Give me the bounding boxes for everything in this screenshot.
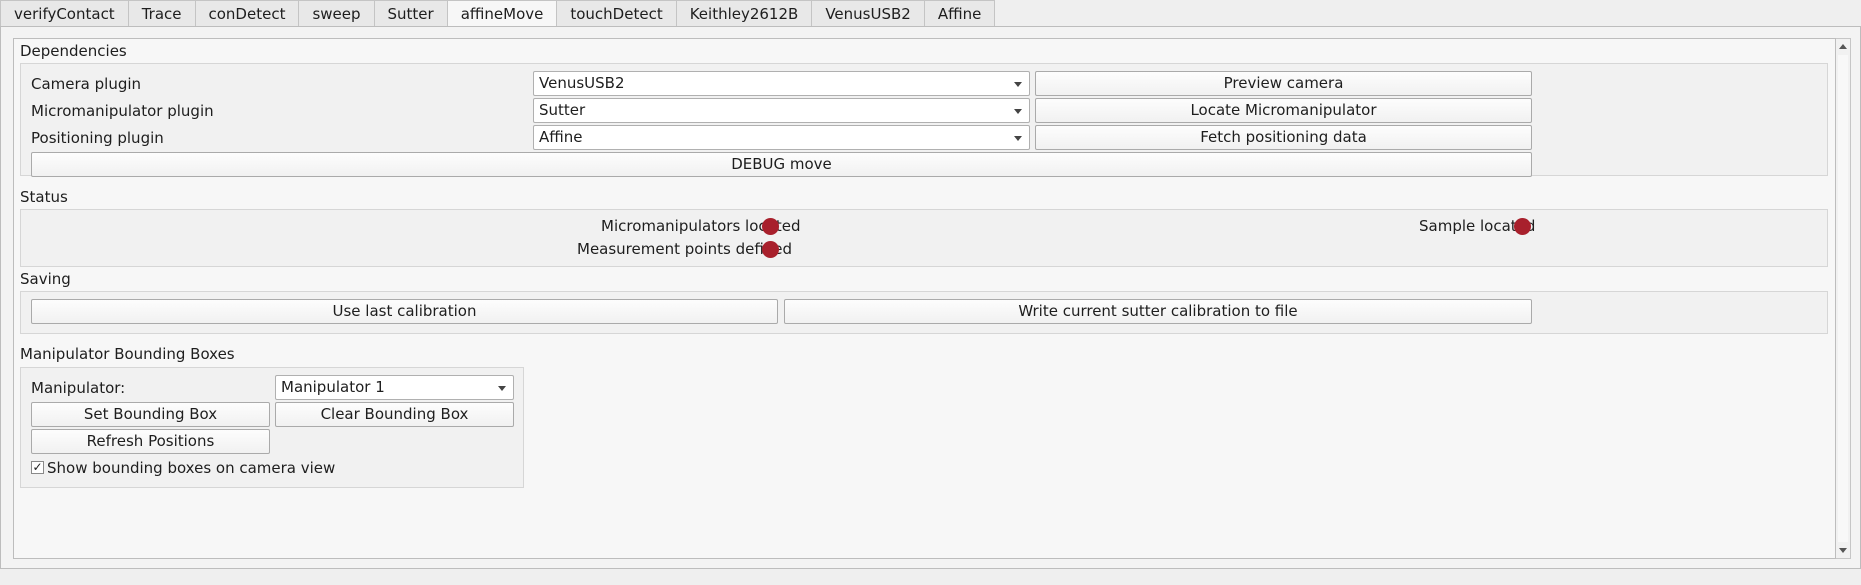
- micromanipulator-plugin-label: Micromanipulator plugin: [31, 102, 214, 120]
- tab-venususb2[interactable]: VenusUSB2: [812, 0, 925, 27]
- chevron-down-icon: [1014, 136, 1022, 141]
- vertical-scrollbar[interactable]: [1836, 38, 1851, 559]
- saving-title: Saving: [20, 270, 71, 288]
- micromanipulators-located-label: Micromanipulators located: [601, 217, 801, 235]
- clear-bounding-box-button[interactable]: Clear Bounding Box: [275, 402, 514, 427]
- tab-condetect[interactable]: conDetect: [195, 0, 300, 27]
- camera-plugin-label: Camera plugin: [31, 75, 142, 93]
- manipulator-select[interactable]: Manipulator 1: [275, 375, 514, 400]
- scroll-area: Dependencies Camera plugin VenusUSB2 Pre…: [13, 38, 1836, 559]
- scroll-up-arrow-icon[interactable]: [1839, 44, 1847, 49]
- tab-sutter[interactable]: Sutter: [374, 0, 448, 27]
- scroll-down-arrow-icon[interactable]: [1839, 548, 1847, 553]
- tab-verifycontact[interactable]: verifyContact: [0, 0, 129, 27]
- chevron-down-icon: [1014, 82, 1022, 87]
- tab-affinemove[interactable]: affineMove: [447, 0, 558, 28]
- locate-micromanipulator-button[interactable]: Locate Micromanipulator: [1035, 98, 1532, 123]
- show-bounding-boxes-checkbox[interactable]: ✓: [31, 461, 44, 474]
- camera-plugin-select[interactable]: VenusUSB2: [533, 71, 1030, 96]
- chevron-down-icon: [1014, 109, 1022, 114]
- manipulator-label: Manipulator:: [31, 379, 126, 397]
- status-title: Status: [20, 188, 68, 206]
- tab-sweep[interactable]: sweep: [299, 0, 375, 27]
- manipulator-value: Manipulator 1: [281, 378, 385, 396]
- tab-content-pane: Dependencies Camera plugin VenusUSB2 Pre…: [0, 26, 1861, 569]
- write-calibration-button[interactable]: Write current sutter calibration to file: [784, 299, 1532, 324]
- preview-camera-button[interactable]: Preview camera: [1035, 71, 1532, 96]
- tab-keithley2612b[interactable]: Keithley2612B: [676, 0, 813, 27]
- measurement-points-defined-indicator: [762, 241, 779, 258]
- refresh-positions-button[interactable]: Refresh Positions: [31, 429, 270, 454]
- show-bounding-boxes-label: Show bounding boxes on camera view: [47, 459, 336, 477]
- scrollbar-thumb[interactable]: [1838, 55, 1848, 542]
- positioning-plugin-label: Positioning plugin: [31, 129, 164, 147]
- camera-plugin-value: VenusUSB2: [539, 74, 625, 92]
- status-frame: [20, 209, 1828, 267]
- fetch-positioning-data-button[interactable]: Fetch positioning data: [1035, 125, 1532, 150]
- dependencies-title: Dependencies: [20, 42, 127, 60]
- measurement-points-defined-label: Measurement points defined: [577, 240, 793, 258]
- debug-move-button[interactable]: DEBUG move: [31, 152, 1532, 177]
- checkmark-icon: ✓: [32, 460, 43, 474]
- positioning-plugin-value: Affine: [539, 128, 583, 146]
- tab-bar: verifyContact Trace conDetect sweep Sutt…: [0, 0, 996, 28]
- bottom-strip: [0, 569, 1861, 585]
- chevron-down-icon: [498, 386, 506, 391]
- use-last-calibration-button[interactable]: Use last calibration: [31, 299, 778, 324]
- positioning-plugin-select[interactable]: Affine: [533, 125, 1030, 150]
- tab-trace[interactable]: Trace: [128, 0, 196, 27]
- sample-located-indicator: [1514, 218, 1531, 235]
- tab-touchdetect[interactable]: touchDetect: [557, 0, 677, 27]
- micromanipulators-located-indicator: [762, 218, 779, 235]
- tab-affine[interactable]: Affine: [924, 0, 996, 27]
- set-bounding-box-button[interactable]: Set Bounding Box: [31, 402, 270, 427]
- sample-located-label: Sample located: [1419, 217, 1536, 235]
- bounding-boxes-title: Manipulator Bounding Boxes: [20, 345, 235, 363]
- micromanipulator-plugin-value: Sutter: [539, 101, 586, 119]
- micromanipulator-plugin-select[interactable]: Sutter: [533, 98, 1030, 123]
